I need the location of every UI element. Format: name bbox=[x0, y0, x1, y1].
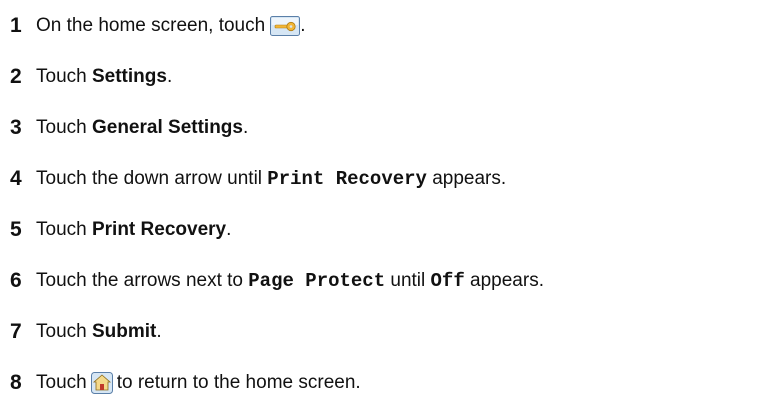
settings-key-icon bbox=[270, 15, 301, 36]
step-number: 4 bbox=[10, 166, 22, 190]
step-2: 2 Touch Settings . bbox=[10, 51, 760, 102]
print-recovery-code: Print Recovery bbox=[267, 167, 427, 190]
page-protect-code: Page Protect bbox=[248, 269, 386, 292]
step-8: 8 Touch to return to the home screen. bbox=[10, 357, 760, 408]
step-text: Touch to return to the home screen. bbox=[36, 371, 361, 394]
step-number: 8 bbox=[10, 370, 22, 394]
step-text: On the home screen, touch . bbox=[36, 14, 306, 36]
step-number: 6 bbox=[10, 268, 22, 292]
step-1: 1 On the home screen, touch . bbox=[10, 0, 760, 51]
general-settings-label: General Settings bbox=[91, 116, 243, 138]
instruction-steps: 1 On the home screen, touch . 2 Touch Se… bbox=[10, 0, 760, 408]
step-text: Touch Settings . bbox=[36, 65, 173, 87]
step-text: Touch the arrows next to Page Protect un… bbox=[36, 269, 544, 292]
off-code: Off bbox=[430, 269, 465, 292]
settings-label: Settings bbox=[91, 65, 167, 87]
step-5: 5 Touch Print Recovery . bbox=[10, 204, 760, 255]
step-text: Touch Print Recovery . bbox=[36, 218, 232, 240]
step-number: 3 bbox=[10, 115, 22, 139]
step-4: 4 Touch the down arrow until Print Recov… bbox=[10, 153, 760, 204]
step-text: Touch Submit . bbox=[36, 320, 162, 342]
submit-label: Submit bbox=[91, 320, 157, 342]
step-6: 6 Touch the arrows next to Page Protect … bbox=[10, 255, 760, 306]
home-icon bbox=[90, 371, 113, 394]
step-number: 5 bbox=[10, 217, 22, 241]
step-number: 2 bbox=[10, 64, 22, 88]
step-text: Touch the down arrow until Print Recover… bbox=[36, 167, 507, 190]
step-3: 3 Touch General Settings . bbox=[10, 102, 760, 153]
print-recovery-label: Print Recovery bbox=[91, 218, 227, 240]
step-number: 1 bbox=[10, 13, 22, 37]
step-7: 7 Touch Submit . bbox=[10, 306, 760, 357]
step-text: Touch General Settings . bbox=[36, 116, 249, 138]
step-number: 7 bbox=[10, 319, 22, 343]
